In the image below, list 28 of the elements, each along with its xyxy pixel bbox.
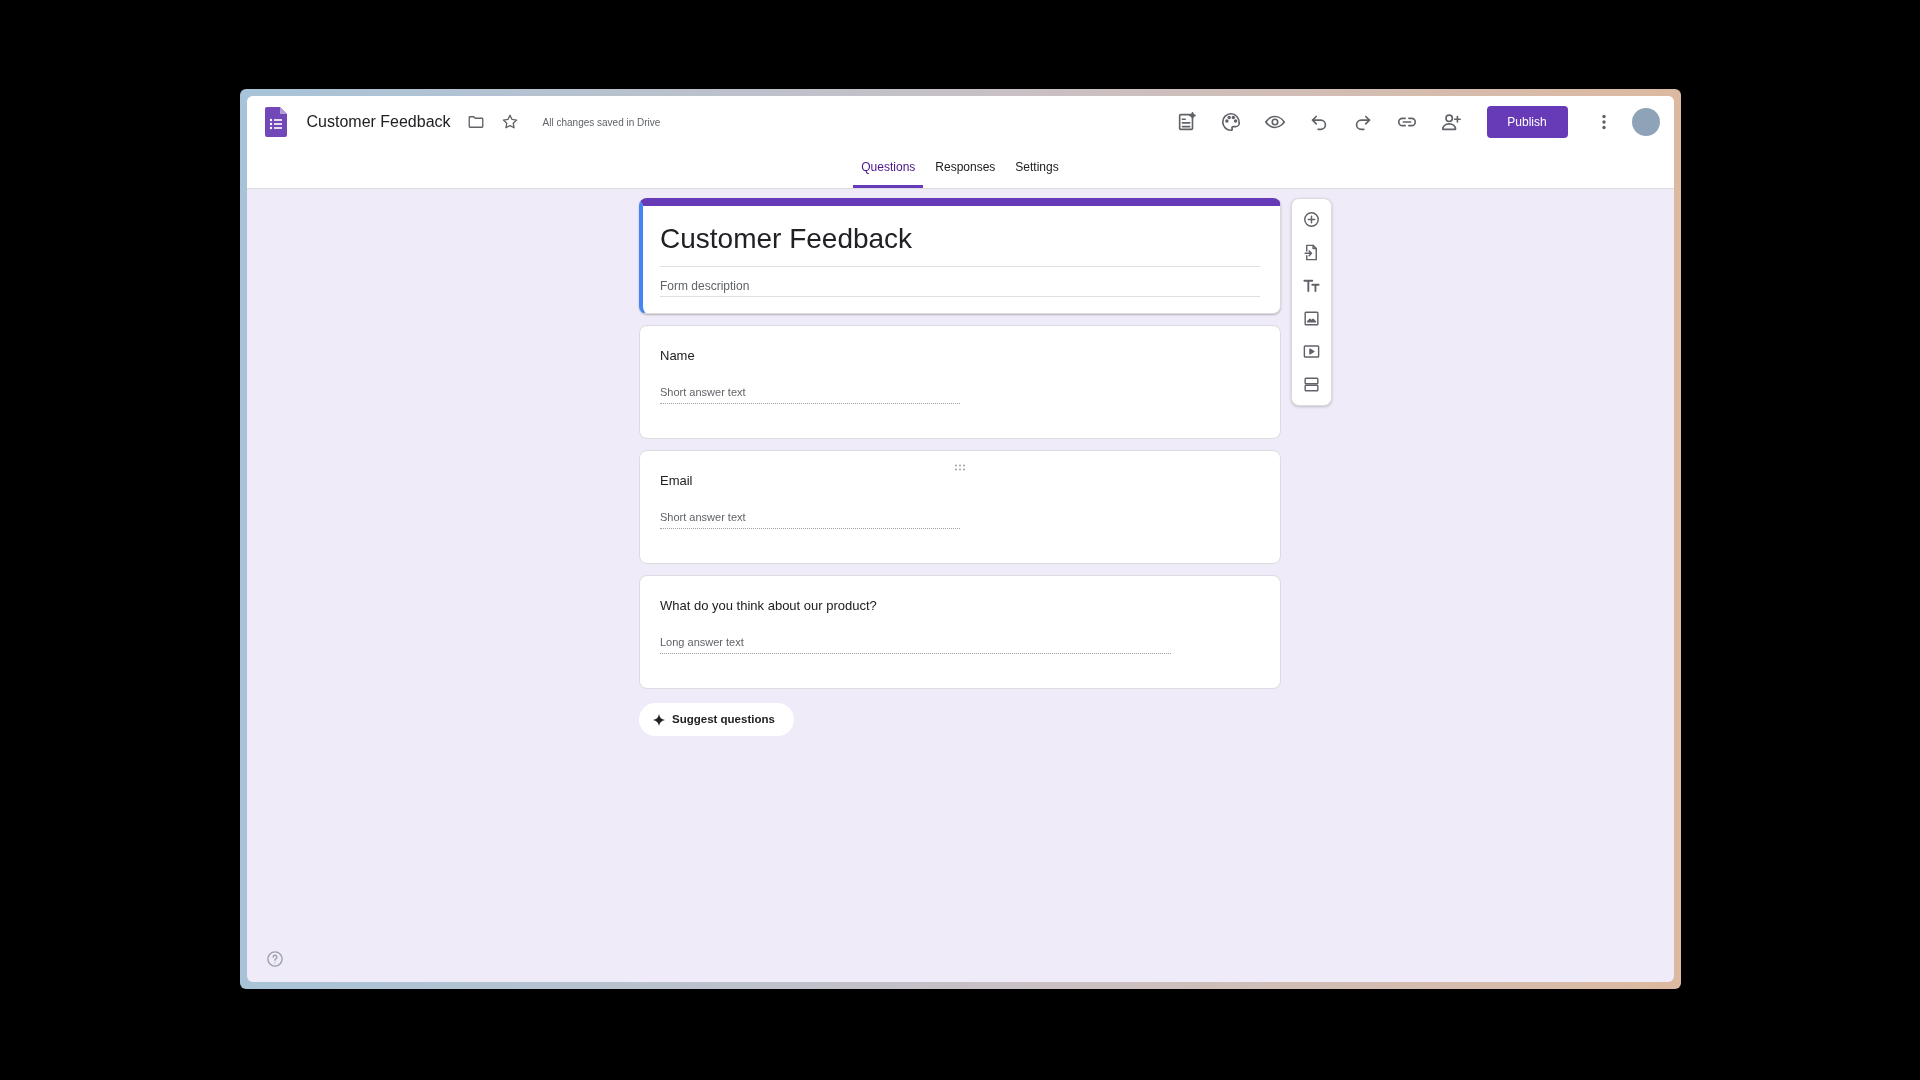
answer-field: Short answer text [660,508,960,529]
add-person-icon[interactable] [1439,111,1462,133]
tab[interactable]: Settings [1007,148,1067,188]
more-options-icon[interactable] [1600,114,1607,130]
drag-handle-icon[interactable] [954,464,966,472]
answer-field: Long answer text [660,633,1171,654]
save-status: All changes saved in Drive [542,115,661,130]
publish-button[interactable]: Publish [1486,106,1568,138]
palette-icon[interactable] [1219,111,1242,133]
answer-field: Short answer text [660,383,960,404]
question-title: Email [660,472,694,490]
account-avatar[interactable] [1631,108,1660,136]
folder-icon[interactable] [466,113,485,131]
question-title: What do you think about our product? [660,597,878,615]
forms-logo-icon[interactable] [264,107,287,137]
tab[interactable]: Responses [927,148,1004,188]
image-icon[interactable] [1302,309,1321,328]
document-title[interactable]: Customer Feedback [306,110,451,134]
form-title-field[interactable]: Customer Feedback [660,218,1260,267]
star-icon[interactable] [500,113,519,131]
question-title: Name [660,347,696,365]
video-icon[interactable] [1302,342,1321,361]
description-field[interactable]: Form description [660,269,1260,297]
tab[interactable]: Questions [853,148,924,188]
sparkle-icon [653,713,665,726]
suggest-questions-button[interactable]: Suggest questions [639,703,794,736]
section-icon[interactable] [1302,375,1321,394]
add-circle-icon[interactable] [1302,210,1321,229]
